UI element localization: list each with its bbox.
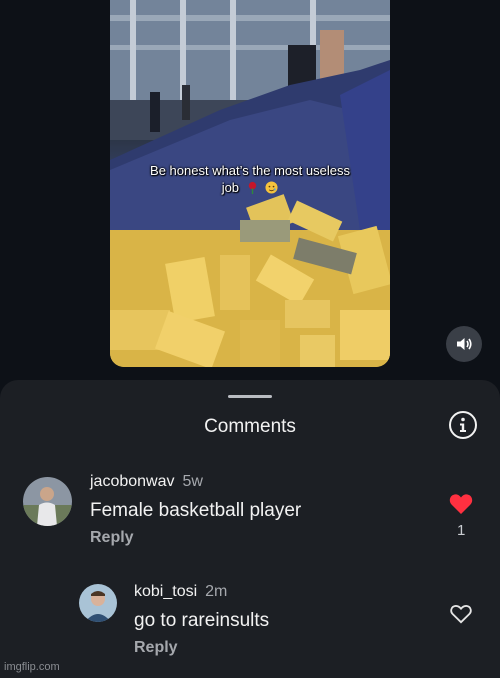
speaker-icon — [457, 338, 472, 350]
video-caption: Be honest what’s the most useless job — [110, 162, 390, 196]
smiling-face-with-tear-icon — [265, 181, 278, 194]
heart-outline-icon — [450, 605, 472, 624]
avatar[interactable] — [79, 584, 117, 622]
like-button[interactable] — [450, 604, 472, 629]
comment-text: go to rareinsults — [134, 610, 270, 631]
reply-button[interactable]: Reply — [134, 639, 178, 657]
caption-line-1: Be honest what’s the most useless — [150, 163, 350, 178]
comment-item: kobi_tosi 2m go to rareinsults Reply — [0, 380, 500, 678]
username-link[interactable]: kobi_tosi — [134, 583, 197, 600]
rose-icon — [248, 181, 256, 194]
mute-button[interactable] — [446, 326, 482, 362]
caption-line-2-text: job — [221, 180, 240, 195]
comments-sheet: Comments jacobonwav 5w Female basketball … — [0, 380, 500, 678]
caption-line-2: job — [110, 179, 390, 196]
comment-age: 2m — [205, 583, 228, 600]
video-player[interactable]: Be honest what’s the most useless job — [110, 0, 390, 367]
watermark: imgflip.com — [4, 661, 60, 673]
comment-username-line: kobi_tosi 2m — [134, 583, 227, 601]
